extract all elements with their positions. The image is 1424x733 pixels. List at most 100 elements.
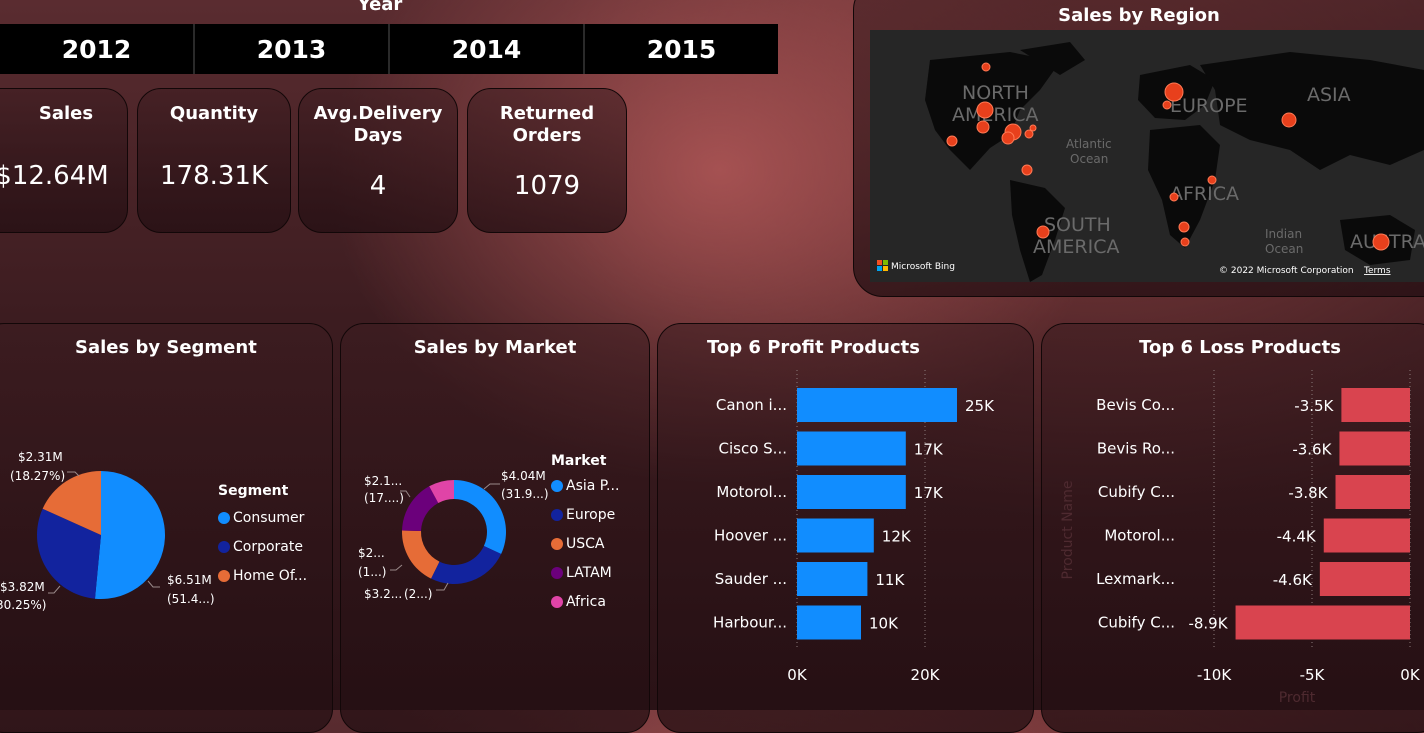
map-bubble[interactable] [1372, 233, 1390, 251]
map-bubble[interactable] [1021, 164, 1033, 176]
map-bubble[interactable] [1169, 192, 1179, 202]
loss-x-tick: -10K [1197, 666, 1232, 684]
market-label-usca-value: $2... [358, 546, 385, 560]
map-label-north-america-2: AMERICA [952, 104, 1038, 126]
legend-dot-consumer [218, 511, 230, 524]
top-loss-products-title: Top 6 Loss Products [1139, 337, 1341, 358]
pie-slice-consumer[interactable] [94, 471, 166, 599]
profit-bar-harbour[interactable] [797, 605, 861, 640]
loss-x-axis-title: Profit [1279, 690, 1316, 706]
kpi-delivery-value: 4 [369, 171, 387, 201]
map-bubble[interactable] [946, 135, 958, 147]
legend-item-corporate[interactable]: Corporate [218, 532, 307, 561]
map-label-atlantic-2: Ocean [1070, 152, 1108, 166]
legend-item-asia-pacific[interactable]: Asia P... [551, 471, 619, 500]
legend-label-latam: LATAM [566, 564, 612, 581]
map-bubble[interactable] [1178, 221, 1190, 233]
profit-bar-sauder[interactable] [797, 562, 868, 596]
market-label-latam-pct: (17....) [364, 491, 404, 505]
loss-category-label: Motorol... [1104, 527, 1175, 545]
loss-y-axis-title: Product Name [1060, 481, 1076, 580]
profit-category-label: Motorol... [716, 483, 787, 501]
loss-bar-lexmark[interactable] [1319, 562, 1410, 596]
legend-item-africa[interactable]: Africa [551, 587, 619, 616]
kpi-returned-value: 1079 [513, 171, 581, 201]
map-label-south-america-2: AMERICA [1033, 236, 1119, 258]
map-canvas: NORTH AMERICA EUROPE ASIA AFRICA SOUTH A… [877, 42, 1424, 282]
profit-value-label: 17K [914, 484, 944, 502]
profit-category-label: Sauder ... [715, 570, 787, 588]
map-bubble[interactable] [1164, 82, 1184, 102]
year-button-2013[interactable]: 2013 [195, 24, 390, 74]
map-bubble[interactable] [1036, 225, 1050, 239]
legend-label-asia-pacific: Asia P... [566, 477, 620, 494]
map-label-indian-2: Ocean [1265, 242, 1303, 256]
loss-category-label: Cubify C... [1098, 614, 1175, 632]
segment-label-corporate-value: $3.82M [0, 580, 45, 594]
kpi-returned-card: Returned Orders 1079 [467, 88, 627, 233]
loss-value-label: -4.4K [1277, 528, 1317, 546]
kpi-sales-card: Sales $12.64M [0, 88, 128, 233]
profit-x-tick: 20K [911, 666, 941, 684]
loss-bar-cubify-c[interactable] [1235, 605, 1410, 640]
profit-category-label: Cisco S... [719, 440, 787, 458]
map-bubble[interactable] [1207, 175, 1217, 185]
legend-dot-usca [551, 537, 563, 550]
market-label-europe-value: $3.2... [364, 587, 402, 601]
year-buttons: 2012 2013 2014 2015 [0, 24, 778, 74]
donut-slice-usca[interactable] [402, 530, 440, 579]
donut-slice-europe[interactable] [431, 545, 502, 584]
kpi-quantity-card: Quantity 178.31K [137, 88, 291, 233]
map-bubble[interactable] [1281, 112, 1297, 128]
market-label-europe-pct: (2...) [404, 587, 432, 601]
map-copyright: © 2022 Microsoft Corporation [1219, 266, 1354, 276]
donut-slice-asia-pacific[interactable] [454, 480, 506, 555]
loss-bar-motorol[interactable] [1323, 518, 1410, 553]
market-label-usca-pct: (1...) [358, 565, 386, 579]
map-label-europe: EUROPE [1170, 95, 1248, 117]
map-bubble[interactable] [981, 62, 991, 72]
loss-value-label: -8.9K [1188, 615, 1228, 633]
profit-bar-canon-i[interactable] [797, 388, 957, 422]
loss-category-label: Lexmark... [1096, 570, 1175, 588]
map-bubble[interactable] [1029, 124, 1037, 132]
map-terms-link[interactable]: Terms [1363, 266, 1391, 276]
profit-bar-hoover[interactable] [797, 518, 874, 553]
loss-bars: Bevis Co... -3.5K Bevis Ro... -3.6K Cubify C… [1096, 388, 1410, 640]
profit-bar-motorol[interactable] [797, 475, 906, 509]
map-bubble[interactable] [1162, 100, 1172, 110]
top-profit-products-title: Top 6 Profit Products [707, 337, 920, 358]
region-map[interactable]: NORTH AMERICA EUROPE ASIA AFRICA SOUTH A… [870, 30, 1424, 282]
market-label-asia-pct: (31.9...) [501, 487, 549, 501]
map-bubble[interactable] [1180, 237, 1190, 247]
map-label-africa: AFRICA [1170, 183, 1239, 205]
loss-category-label: Bevis Ro... [1097, 440, 1175, 458]
year-button-2012[interactable]: 2012 [0, 24, 195, 74]
legend-item-consumer[interactable]: Consumer [218, 503, 307, 532]
profit-bar-cisco-s[interactable] [797, 431, 906, 466]
loss-x-tick: 0K [1400, 666, 1421, 684]
map-bubble[interactable] [1001, 131, 1015, 145]
loss-category-label: Bevis Co... [1096, 396, 1175, 414]
legend-item-home-office[interactable]: Home Of... [218, 561, 307, 590]
market-label-asia-value: $4.04M [501, 469, 546, 483]
year-slicer-title: Year [357, 0, 403, 15]
legend-label-corporate: Corporate [233, 538, 303, 555]
legend-dot-europe [551, 508, 563, 521]
loss-bar-bevis-ro[interactable] [1339, 431, 1410, 466]
loss-chart-svg: Product Name Profit -10K -5K 0K Bevis Co..… [1060, 370, 1421, 706]
bing-brand-text: Microsoft Bing [891, 262, 955, 272]
segment-label-consumer-value: $6.51M [167, 573, 212, 587]
legend-item-europe[interactable]: Europe [551, 500, 619, 529]
profit-value-label: 12K [882, 528, 912, 546]
legend-item-latam[interactable]: LATAM [551, 558, 619, 587]
loss-bar-cubify-c[interactable] [1335, 475, 1410, 509]
market-legend-title: Market [551, 453, 607, 469]
year-button-2014[interactable]: 2014 [390, 24, 585, 74]
legend-item-usca[interactable]: USCA [551, 529, 619, 558]
map-bubble[interactable] [976, 101, 994, 119]
legend-dot-asia-pacific [551, 479, 563, 492]
loss-bar-bevis-co[interactable] [1341, 388, 1410, 422]
year-button-2015[interactable]: 2015 [585, 24, 778, 74]
map-bubble[interactable] [976, 120, 990, 134]
